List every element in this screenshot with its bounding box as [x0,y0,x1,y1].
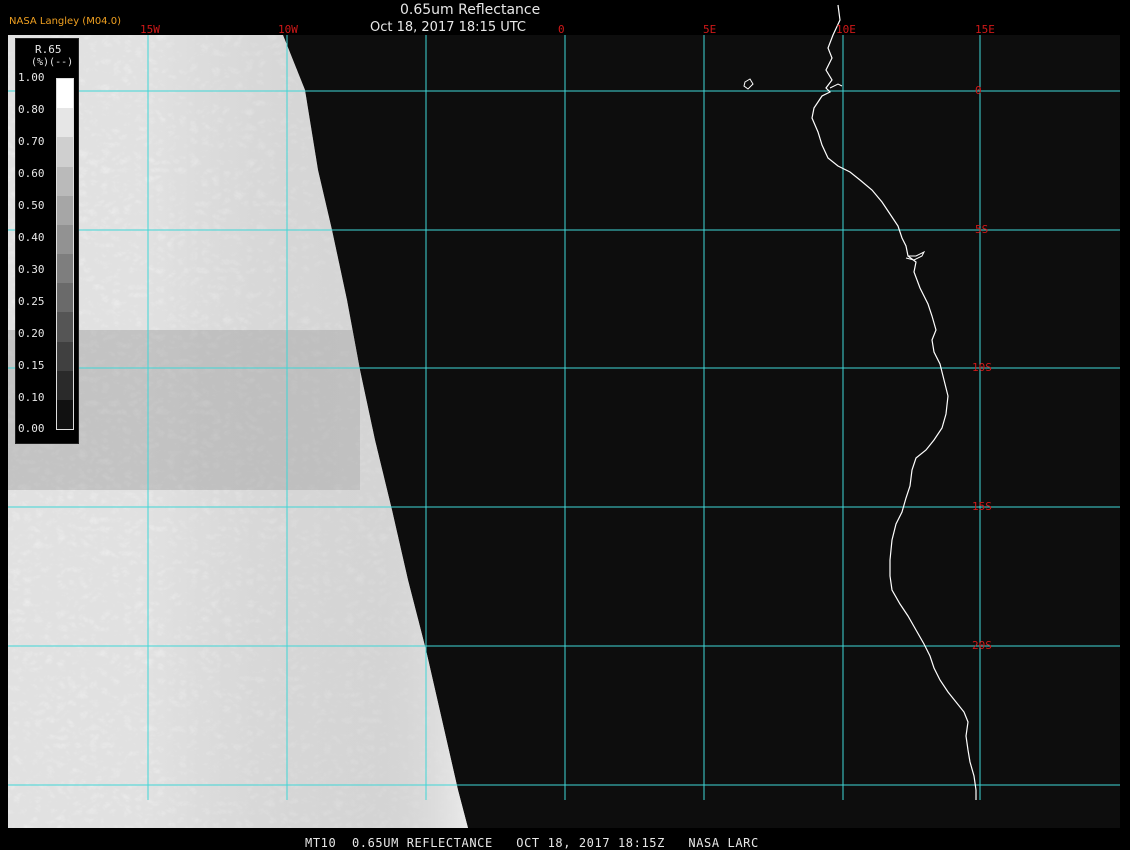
legend-swatch [57,370,73,401]
legend-tick: 0.80 [18,103,45,116]
legend-swatch [57,254,73,284]
latitude-label-0: 0 [975,84,982,97]
legend-tick: 0.60 [18,167,45,180]
longitude-label-10e: 10E [836,23,856,36]
legend-colorbar [56,78,74,430]
credit-label: NASA Langley (M04.0) [9,16,121,27]
latitude-label-20s: 20S [972,639,992,652]
legend-tick: 1.00 [18,71,45,84]
legend-swatch [57,195,73,226]
legend-title: R.65 [35,43,62,56]
satellite-map [8,4,1120,828]
legend-swatch [57,399,73,430]
longitude-label-0: 0 [558,23,565,36]
legend-swatch [57,166,73,197]
legend-swatch [57,283,73,313]
longitude-label-10w: 10W [278,23,298,36]
legend-units: (%)(--) [31,57,74,68]
longitude-label-15e: 15E [975,23,995,36]
legend-tick: 0.00 [18,422,45,435]
longitude-label-15w: 15W [140,23,160,36]
latitude-label-10s: 10S [972,361,992,374]
legend-tick: 0.25 [18,295,45,308]
legend-tick: 0.30 [18,263,45,276]
legend-swatch [57,224,73,255]
satellite-image-viewer: 0.65um Reflectance Oct 18, 2017 18:15 UT… [0,0,1130,850]
color-legend: R.65 (%)(--) 1.00 0.80 0.70 0.60 0.50 0.… [15,38,79,444]
image-timestamp: Oct 18, 2017 18:15 UTC [370,20,526,35]
footer-caption: MT10 0.65UM REFLECTANCE OCT 18, 2017 18:… [305,836,759,850]
legend-tick: 0.20 [18,327,45,340]
latitude-label-5s: 5S [975,223,989,236]
legend-tick: 0.15 [18,359,45,372]
legend-tick: 0.70 [18,135,45,148]
legend-swatch [57,108,73,138]
legend-tick: 0.50 [18,199,45,212]
longitude-label-5e: 5E [703,23,717,36]
legend-swatch [57,341,73,372]
legend-swatch [57,137,73,167]
legend-tick: 0.10 [18,391,45,404]
legend-swatch [57,312,73,342]
latitude-label-15s: 15S [972,500,992,513]
image-title: 0.65um Reflectance [400,2,541,18]
legend-swatch [57,79,73,109]
legend-tick: 0.40 [18,231,45,244]
